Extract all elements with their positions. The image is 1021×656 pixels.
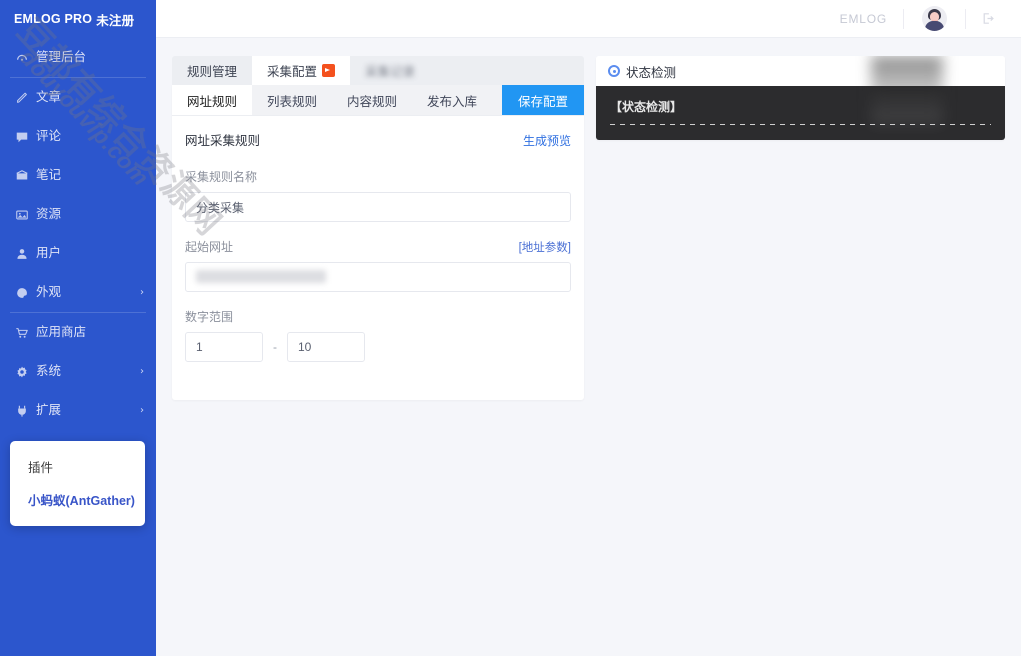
main-content: 规则管理 采集配置 采集记录 网址规则 列表规则 — [156, 38, 1021, 656]
field-label: 采集规则名称 — [185, 168, 257, 185]
save-config-button[interactable]: 保存配置 — [502, 85, 584, 115]
cart-icon — [14, 325, 29, 340]
sidebar: EMLOG PRO 未注册 管理后台 文章 评论 — [0, 0, 156, 656]
generate-preview-link[interactable]: 生成预览 — [523, 132, 571, 149]
subtab-label: 网址规则 — [187, 91, 237, 110]
brand-status: 未注册 — [96, 10, 134, 29]
chevron-right-icon: › — [140, 287, 144, 298]
collect-config-column: 规则管理 采集配置 采集记录 网址规则 列表规则 — [172, 56, 584, 400]
site-link[interactable]: EMLOG — [824, 12, 903, 26]
config-card: 网址规则 列表规则 内容规则 发布入库 保存配置 网址采集规则 — [172, 85, 584, 400]
field-rule-name: 采集规则名称 — [185, 168, 571, 222]
note-icon — [14, 168, 29, 183]
palette-icon — [14, 285, 29, 300]
comment-icon — [14, 129, 29, 144]
tab-collect-config[interactable]: 采集配置 — [252, 56, 350, 85]
url-params-link[interactable]: [地址参数] — [519, 239, 571, 255]
submenu-item-plugins[interactable]: 插件 — [10, 450, 145, 483]
sub-tabbar: 网址规则 列表规则 内容规则 发布入库 保存配置 — [172, 85, 584, 116]
tab-collect-records[interactable]: 采集记录 — [350, 56, 430, 85]
range-to-input[interactable] — [287, 332, 365, 362]
tab-label: 采集配置 — [267, 61, 317, 80]
status-console: 【状态检测】 — [596, 86, 1005, 140]
sidebar-item-label: 评论 — [36, 130, 61, 143]
sidebar-item-appstore[interactable]: 应用商店 — [0, 313, 156, 352]
logout-button[interactable] — [966, 11, 1007, 26]
sidebar-item-comment[interactable]: 评论 — [0, 117, 156, 156]
config-form: 网址采集规则 生成预览 采集规则名称 起始网址 [地址参数] — [172, 116, 584, 400]
brand-name: EMLOG PRO — [14, 12, 92, 26]
submenu-item-antgather[interactable]: 小蚂蚁(AntGather) — [10, 483, 145, 516]
target-icon — [608, 65, 620, 77]
subtab-list-rule[interactable]: 列表规则 — [252, 85, 332, 115]
sidebar-item-label: 外观 — [36, 286, 61, 299]
user-icon — [14, 246, 29, 261]
field-label: 数字范围 — [185, 308, 233, 325]
topbar: EMLOG — [156, 0, 1021, 38]
start-url-input[interactable] — [185, 262, 571, 292]
user-avatar-image — [922, 6, 947, 31]
sidebar-item-user[interactable]: 用户 — [0, 234, 156, 273]
console-divider — [610, 124, 991, 125]
tab-rule-management[interactable]: 规则管理 — [172, 56, 252, 85]
sidebar-item-note[interactable]: 笔记 — [0, 156, 156, 195]
field-start-url: 起始网址 [地址参数] — [185, 238, 571, 292]
sidebar-submenu-extension: 插件 小蚂蚁(AntGather) — [10, 441, 145, 526]
cursor-badge-icon — [322, 64, 335, 77]
logout-icon — [980, 11, 995, 26]
sidebar-item-system[interactable]: 系统 › — [0, 352, 156, 391]
status-panel-header: 状态检测 — [596, 56, 1005, 86]
sidebar-item-label: 文章 — [36, 91, 61, 104]
sidebar-item-label: 系统 — [36, 365, 61, 378]
gear-icon — [14, 364, 29, 379]
rule-name-input[interactable] — [185, 192, 571, 222]
status-panel: 状态检测 【状态检测】 — [596, 56, 1005, 140]
sidebar-item-label: 用户 — [36, 247, 61, 260]
range-from-input[interactable] — [185, 332, 263, 362]
chevron-right-icon: › — [140, 366, 144, 377]
sidebar-item-resource[interactable]: 资源 — [0, 195, 156, 234]
app-root: EMLOG PRO 未注册 管理后台 文章 评论 — [0, 0, 1021, 656]
tab-label: 采集记录 — [365, 61, 415, 80]
brand-logo[interactable]: EMLOG PRO 未注册 — [0, 0, 156, 38]
field-label: 起始网址 — [185, 238, 233, 255]
subtab-label: 列表规则 — [267, 91, 317, 110]
console-line: 【状态检测】 — [610, 98, 991, 115]
sidebar-item-label: 扩展 — [36, 404, 61, 417]
sidebar-item-dashboard[interactable]: 管理后台 — [0, 38, 156, 77]
number-range-row: - — [185, 332, 571, 362]
status-panel-title: 状态检测 — [626, 62, 676, 81]
subtab-publish[interactable]: 发布入库 — [412, 85, 492, 115]
outer-tabbar: 规则管理 采集配置 采集记录 — [172, 56, 584, 85]
sidebar-item-label: 管理后台 — [36, 51, 86, 64]
avatar[interactable] — [904, 6, 965, 31]
image-icon — [14, 207, 29, 222]
section-title: 网址采集规则 — [185, 130, 260, 149]
tab-label: 规则管理 — [187, 61, 237, 80]
field-number-range: 数字范围 - — [185, 308, 571, 362]
pencil-icon — [14, 90, 29, 105]
chevron-right-icon: › — [140, 405, 144, 416]
sidebar-item-label: 应用商店 — [36, 326, 86, 339]
subtab-url-rule[interactable]: 网址规则 — [172, 85, 252, 115]
plug-icon — [14, 403, 29, 418]
start-url-wrapper — [185, 262, 571, 292]
sidebar-item-label: 笔记 — [36, 169, 61, 182]
section-header: 网址采集规则 生成预览 — [185, 130, 571, 149]
status-column: 状态检测 【状态检测】 — [596, 56, 1005, 140]
subtab-label: 内容规则 — [347, 91, 397, 110]
range-separator: - — [263, 340, 287, 354]
dashboard-icon — [14, 50, 29, 65]
sidebar-item-article[interactable]: 文章 — [0, 78, 156, 117]
sidebar-item-appearance[interactable]: 外观 › — [0, 273, 156, 312]
sidebar-item-label: 资源 — [36, 208, 61, 221]
subtab-label: 发布入库 — [427, 91, 477, 110]
subtab-content-rule[interactable]: 内容规则 — [332, 85, 412, 115]
sidebar-item-extension[interactable]: 扩展 › — [0, 391, 156, 430]
